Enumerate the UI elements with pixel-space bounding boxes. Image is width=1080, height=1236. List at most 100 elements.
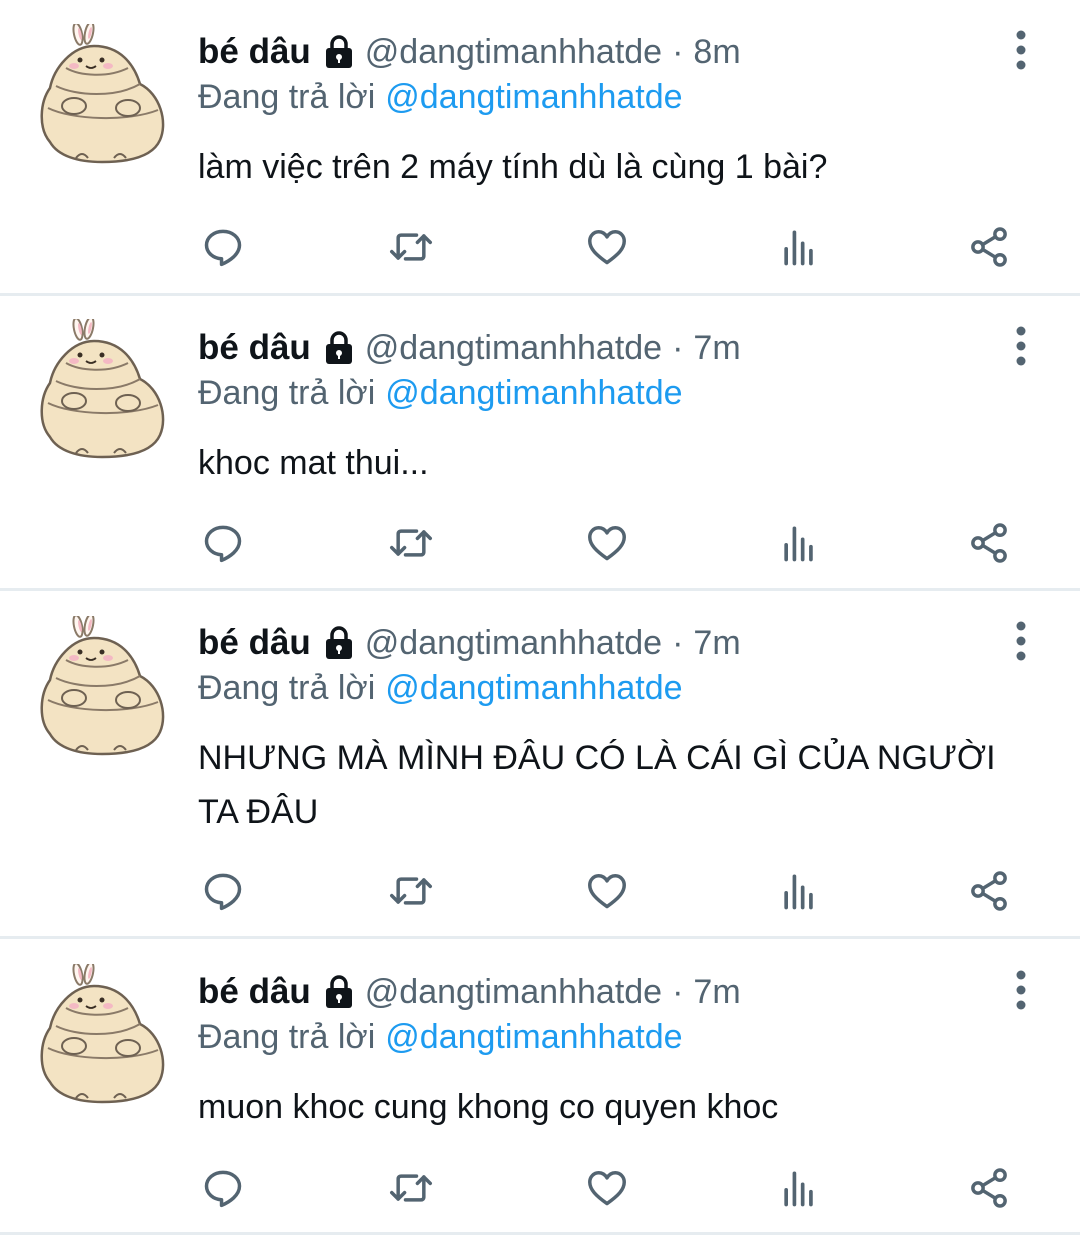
tweet-text: muon khoc cung khong co quyen khoc bbox=[198, 1088, 779, 1126]
reply-button[interactable] bbox=[198, 222, 248, 272]
reply-button[interactable] bbox=[198, 866, 248, 916]
separator: · bbox=[672, 328, 684, 367]
more-options-button[interactable] bbox=[1004, 968, 1038, 1012]
retweet-button[interactable] bbox=[386, 222, 436, 272]
timestamp[interactable]: 8m bbox=[693, 33, 740, 72]
retweet-icon bbox=[389, 869, 433, 913]
like-button[interactable] bbox=[582, 1163, 632, 1213]
analytics-bars-icon bbox=[777, 869, 821, 913]
username[interactable]: @dangtimanhhatde bbox=[365, 329, 662, 368]
replying-to-mention[interactable]: @dangtimanhhatde bbox=[385, 78, 682, 116]
tweet-text: khoc mat thui... bbox=[198, 444, 429, 482]
more-vertical-icon bbox=[1004, 619, 1038, 663]
reply-bubble-icon bbox=[201, 1166, 245, 1210]
heart-icon bbox=[585, 1166, 629, 1210]
tweet-header: bé dâu @dangtimanhhatde · 7m bbox=[198, 326, 1000, 370]
replying-to-label: Đang trả lời bbox=[198, 1018, 376, 1056]
share-icon bbox=[967, 1166, 1011, 1210]
retweet-icon bbox=[389, 521, 433, 565]
tweet[interactable]: bé dâu @dangtimanhhatde · 8m Đang trả lờ… bbox=[0, 0, 1080, 296]
share-button[interactable] bbox=[964, 222, 1014, 272]
retweet-icon bbox=[389, 1166, 433, 1210]
replying-to: Đang trả lời @dangtimanhhatde bbox=[198, 669, 683, 708]
avatar[interactable] bbox=[36, 616, 170, 756]
more-vertical-icon bbox=[1004, 324, 1038, 368]
analytics-bars-icon bbox=[777, 521, 821, 565]
reply-bubble-icon bbox=[201, 521, 245, 565]
share-button[interactable] bbox=[964, 866, 1014, 916]
views-button[interactable] bbox=[774, 1163, 824, 1213]
views-button[interactable] bbox=[774, 222, 824, 272]
replying-to-label: Đang trả lời bbox=[198, 669, 376, 707]
tweet-header: bé dâu @dangtimanhhatde · 7m bbox=[198, 970, 1000, 1014]
separator: · bbox=[672, 32, 684, 71]
reply-bubble-icon bbox=[201, 225, 245, 269]
like-button[interactable] bbox=[582, 866, 632, 916]
share-icon bbox=[967, 225, 1011, 269]
retweet-button[interactable] bbox=[386, 518, 436, 568]
lock-icon bbox=[323, 625, 355, 661]
share-icon bbox=[967, 869, 1011, 913]
replying-to: Đang trả lời @dangtimanhhatde bbox=[198, 374, 683, 413]
display-name[interactable]: bé dâu bbox=[198, 623, 311, 663]
tweet[interactable]: bé dâu @dangtimanhhatde · 7m Đang trả lờ… bbox=[0, 588, 1080, 939]
reply-button[interactable] bbox=[198, 1163, 248, 1213]
retweet-button[interactable] bbox=[386, 866, 436, 916]
replying-to-mention[interactable]: @dangtimanhhatde bbox=[385, 669, 682, 707]
replying-to-label: Đang trả lời bbox=[198, 374, 376, 412]
retweet-icon bbox=[389, 225, 433, 269]
tweet-header: bé dâu @dangtimanhhatde · 8m bbox=[198, 30, 1000, 74]
display-name[interactable]: bé dâu bbox=[198, 32, 311, 72]
analytics-bars-icon bbox=[777, 225, 821, 269]
tweet-actions bbox=[198, 222, 1018, 272]
heart-icon bbox=[585, 869, 629, 913]
replying-to-label: Đang trả lời bbox=[198, 78, 376, 116]
tweet-text: làm việc trên 2 máy tính dù là cùng 1 bà… bbox=[198, 148, 828, 186]
display-name[interactable]: bé dâu bbox=[198, 972, 311, 1012]
like-button[interactable] bbox=[582, 518, 632, 568]
views-button[interactable] bbox=[774, 518, 824, 568]
views-button[interactable] bbox=[774, 866, 824, 916]
replying-to: Đang trả lời @dangtimanhhatde bbox=[198, 78, 683, 117]
more-vertical-icon bbox=[1004, 968, 1038, 1012]
reply-bubble-icon bbox=[201, 869, 245, 913]
share-button[interactable] bbox=[964, 518, 1014, 568]
more-options-button[interactable] bbox=[1004, 324, 1038, 368]
reply-button[interactable] bbox=[198, 518, 248, 568]
more-vertical-icon bbox=[1004, 28, 1038, 72]
tweet-actions bbox=[198, 866, 1018, 916]
replying-to-mention[interactable]: @dangtimanhhatde bbox=[385, 1018, 682, 1056]
heart-icon bbox=[585, 521, 629, 565]
replying-to-mention[interactable]: @dangtimanhhatde bbox=[385, 374, 682, 412]
avatar[interactable] bbox=[36, 964, 170, 1104]
lock-icon bbox=[323, 34, 355, 70]
more-options-button[interactable] bbox=[1004, 28, 1038, 72]
more-options-button[interactable] bbox=[1004, 619, 1038, 663]
analytics-bars-icon bbox=[777, 1166, 821, 1210]
replying-to: Đang trả lời @dangtimanhhatde bbox=[198, 1018, 683, 1057]
display-name[interactable]: bé dâu bbox=[198, 328, 311, 368]
retweet-button[interactable] bbox=[386, 1163, 436, 1213]
tweet[interactable]: bé dâu @dangtimanhhatde · 7m Đang trả lờ… bbox=[0, 293, 1080, 591]
separator: · bbox=[672, 623, 684, 662]
tweet[interactable]: bé dâu @dangtimanhhatde · 7m Đang trả lờ… bbox=[0, 936, 1080, 1235]
like-button[interactable] bbox=[582, 222, 632, 272]
share-button[interactable] bbox=[964, 1163, 1014, 1213]
timestamp[interactable]: 7m bbox=[693, 329, 740, 368]
avatar[interactable] bbox=[36, 24, 170, 164]
tweet-actions bbox=[198, 1163, 1018, 1213]
lock-icon bbox=[323, 330, 355, 366]
avatar[interactable] bbox=[36, 319, 170, 459]
heart-icon bbox=[585, 225, 629, 269]
lock-icon bbox=[323, 974, 355, 1010]
username[interactable]: @dangtimanhhatde bbox=[365, 624, 662, 663]
tweet-header: bé dâu @dangtimanhhatde · 7m bbox=[198, 621, 1000, 665]
tweet-actions bbox=[198, 518, 1018, 568]
username[interactable]: @dangtimanhhatde bbox=[365, 973, 662, 1012]
username[interactable]: @dangtimanhhatde bbox=[365, 33, 662, 72]
tweet-text: NHƯNG MÀ MÌNH ĐÂU CÓ LÀ CÁI GÌ CỦA NGƯỜI… bbox=[198, 739, 996, 831]
timestamp[interactable]: 7m bbox=[693, 973, 740, 1012]
timestamp[interactable]: 7m bbox=[693, 624, 740, 663]
share-icon bbox=[967, 521, 1011, 565]
separator: · bbox=[672, 972, 684, 1011]
